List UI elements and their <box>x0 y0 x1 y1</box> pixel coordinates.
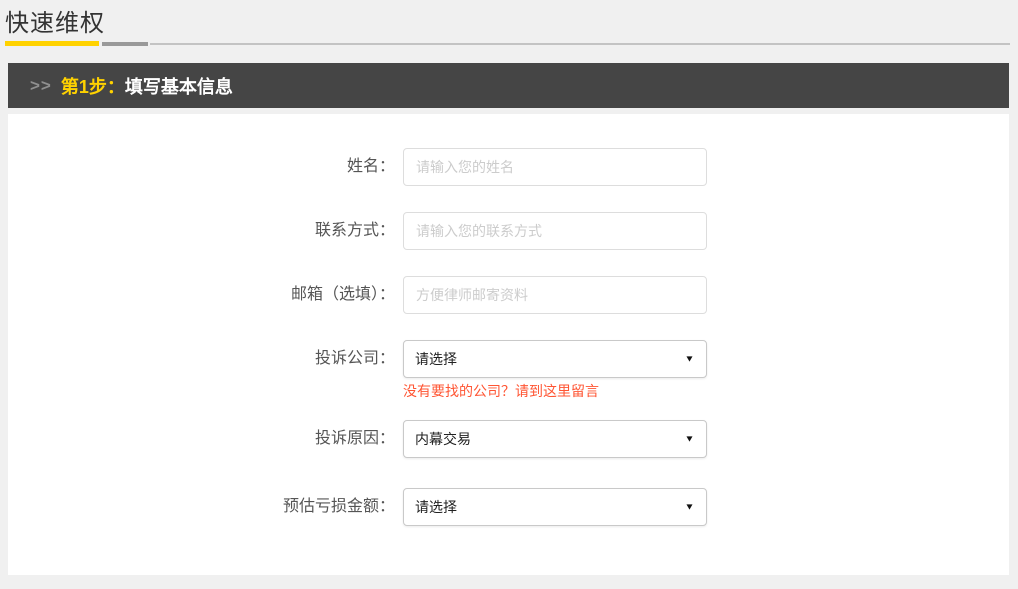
reason-select[interactable]: 内幕交易 <box>403 420 707 458</box>
loss-amount-row: 预估亏损金额： 请选择 ▼ <box>8 488 1009 526</box>
company-label: 投诉公司： <box>8 340 395 400</box>
underline-yellow-segment <box>5 41 99 46</box>
name-input[interactable] <box>403 148 707 186</box>
reason-select-wrap: 内幕交易 ▼ <box>403 420 707 458</box>
email-input[interactable] <box>403 276 707 314</box>
reason-row: 投诉原因： 内幕交易 ▼ <box>8 420 1009 458</box>
company-select[interactable]: 请选择 <box>403 340 707 378</box>
name-row: 姓名： <box>8 148 1009 186</box>
company-helper-link[interactable]: 没有要找的公司？请到这里留言 <box>403 382 707 400</box>
loss-amount-label: 预估亏损金额： <box>8 488 395 526</box>
email-label: 邮箱（选填）： <box>8 276 395 314</box>
loss-amount-select-wrap: 请选择 ▼ <box>403 488 707 526</box>
form-panel: 姓名： 联系方式： 邮箱（选填）： 投诉公司： 请选择 ▼ 没有要找的公司？请到… <box>8 114 1009 575</box>
company-row: 投诉公司： 请选择 ▼ 没有要找的公司？请到这里留言 <box>8 340 1009 400</box>
title-underline <box>5 41 1010 46</box>
double-chevron-icon: >> <box>30 76 52 96</box>
name-label: 姓名： <box>8 148 395 186</box>
underline-gray-segment <box>102 42 148 46</box>
email-row: 邮箱（选填）： <box>8 276 1009 314</box>
page-header: 快速维权 <box>0 0 1018 46</box>
underline-thin-rule <box>150 43 1010 45</box>
step-title: 填写基本信息 <box>125 73 233 99</box>
step-number: 第1步： <box>61 73 125 99</box>
company-select-wrap: 请选择 ▼ <box>403 340 707 378</box>
loss-amount-select[interactable]: 请选择 <box>403 488 707 526</box>
page-title: 快速维权 <box>5 9 1010 38</box>
contact-label: 联系方式： <box>8 212 395 250</box>
step-bar: >> 第1步： 填写基本信息 <box>8 63 1009 108</box>
reason-label: 投诉原因： <box>8 420 395 458</box>
contact-row: 联系方式： <box>8 212 1009 250</box>
contact-input[interactable] <box>403 212 707 250</box>
